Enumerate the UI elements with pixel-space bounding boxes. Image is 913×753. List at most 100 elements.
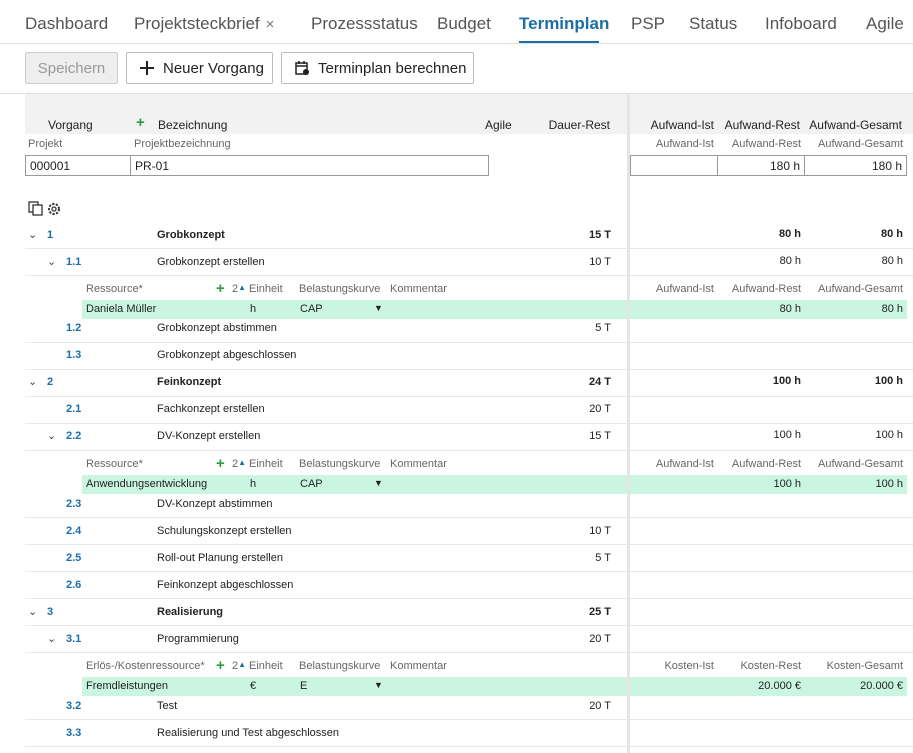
row-divider (25, 571, 913, 572)
project-gesamt-field[interactable]: 180 h (804, 155, 907, 176)
resource-kosten-gesamt[interactable]: 20.000 € (806, 680, 903, 692)
project-id-field[interactable]: 000001 (25, 155, 131, 176)
save-button[interactable]: Speichern (25, 52, 118, 84)
resource-kurve[interactable]: CAP (300, 478, 323, 490)
res-header-kosten-rest: Kosten-Rest (740, 660, 801, 672)
add-resource-icon[interactable]: + (216, 455, 225, 472)
res-sort[interactable]: 2▲ (232, 458, 246, 470)
task-gesamt: 80 h (881, 255, 903, 267)
tab-budget[interactable]: Budget (437, 14, 491, 34)
gear-icon[interactable] (46, 201, 62, 222)
chevron-down-icon[interactable]: ⌄ (28, 605, 37, 618)
task-number: 3.1 (66, 633, 82, 645)
chevron-down-icon[interactable]: ⌄ (47, 429, 56, 442)
task-number: 1.2 (66, 322, 82, 334)
resource-einheit[interactable]: h (250, 478, 256, 490)
res-header-kommentar: Kommentar (390, 660, 447, 672)
task-number: 2.6 (66, 579, 82, 591)
task-name[interactable]: Feinkonzept (157, 376, 221, 388)
task-name[interactable]: Grobkonzept (157, 229, 225, 241)
task-name[interactable]: DV-Konzept erstellen (157, 430, 260, 442)
task-name[interactable]: Programmierung (157, 633, 239, 645)
project-name-field[interactable]: PR-01 (130, 155, 489, 176)
new-task-label: Neuer Vorgang (163, 59, 264, 77)
tab-dashboard[interactable]: Dashboard (25, 14, 108, 34)
new-task-button[interactable]: Neuer Vorgang (126, 52, 273, 84)
label-projekt: Projekt (28, 138, 63, 150)
task-number: 3.3 (66, 727, 82, 739)
task-dauer: 10 T (589, 525, 611, 537)
task-name[interactable]: Schulungskonzept erstellen (157, 525, 292, 537)
resource-kurve[interactable]: E (300, 680, 307, 692)
row-divider (25, 248, 913, 249)
res-header-rest: Aufwand-Rest (731, 458, 801, 470)
res-sort[interactable]: 2▲ (232, 660, 246, 672)
task-name[interactable]: Realisierung (157, 606, 223, 618)
tab-agile[interactable]: Agile (866, 14, 904, 34)
res-header-gesamt: Aufwand-Gesamt (818, 458, 903, 470)
dropdown-arrow-icon[interactable]: ▼ (374, 478, 383, 488)
task-number: 2.1 (66, 403, 82, 415)
task-dauer: 5 T (595, 552, 611, 564)
tab-terminplan[interactable]: Terminplan (519, 14, 609, 34)
task-name[interactable]: Grobkonzept abstimmen (157, 322, 277, 334)
tab-psp[interactable]: PSP (631, 14, 665, 34)
resource-gesamt[interactable]: 100 h (806, 478, 903, 490)
task-number: 3.2 (66, 700, 82, 712)
task-name[interactable]: Grobkonzept abgeschlossen (157, 349, 296, 361)
task-name[interactable]: Feinkonzept abgeschlossen (157, 579, 293, 591)
resource-einheit[interactable]: h (250, 303, 256, 315)
chevron-down-icon[interactable]: ⌄ (28, 375, 37, 388)
row-divider (25, 275, 913, 276)
add-resource-icon[interactable]: + (216, 280, 225, 297)
task-gesamt: 100 h (874, 375, 903, 387)
chevron-down-icon[interactable]: ⌄ (28, 228, 37, 241)
task-name[interactable]: Realisierung und Test abgeschlossen (157, 727, 339, 739)
task-dauer: 20 T (589, 633, 611, 645)
resource-kosten-rest[interactable]: 20.000 € (720, 680, 801, 692)
project-ist-field[interactable] (630, 155, 718, 176)
dropdown-arrow-icon[interactable]: ▼ (374, 680, 383, 690)
chevron-down-icon[interactable]: ⌄ (47, 632, 56, 645)
task-name[interactable]: Grobkonzept erstellen (157, 256, 265, 268)
task-gesamt: 100 h (875, 429, 903, 441)
close-icon[interactable]: × (266, 16, 275, 33)
chevron-down-icon[interactable]: ⌄ (47, 255, 56, 268)
calculate-schedule-button[interactable]: Terminplan berechnen (281, 52, 474, 84)
task-number: 2.4 (66, 525, 82, 537)
resource-kurve[interactable]: CAP (300, 303, 323, 315)
label-rest: Aufwand-Rest (731, 138, 801, 150)
task-dauer: 20 T (589, 403, 611, 415)
resource-name[interactable]: Fremdleistungen (86, 680, 168, 692)
task-number: 1 (47, 229, 54, 241)
resource-row[interactable] (82, 300, 627, 319)
task-rest: 100 h (773, 429, 801, 441)
resource-rest[interactable]: 100 h (720, 478, 801, 490)
task-name[interactable]: DV-Konzept abstimmen (157, 498, 273, 510)
tab-status[interactable]: Status (689, 14, 737, 34)
calendar-icon (294, 60, 310, 76)
res-sort[interactable]: 2▲ (232, 283, 246, 295)
resource-name[interactable]: Daniela Müller (86, 303, 156, 315)
task-name[interactable]: Roll-out Planung erstellen (157, 552, 283, 564)
label-ist: Aufwand-Ist (655, 138, 714, 150)
tab-prozessstatus[interactable]: Prozessstatus (311, 14, 418, 34)
resource-rest[interactable]: 80 h (720, 303, 801, 315)
task-name[interactable]: Test (157, 700, 177, 712)
res-header-kommentar: Kommentar (390, 283, 447, 295)
project-rest-field[interactable]: 180 h (717, 155, 805, 176)
res-header-einheit: Einheit (249, 660, 283, 672)
task-dauer: 25 T (588, 606, 611, 618)
add-resource-icon[interactable]: + (216, 657, 225, 674)
row-divider (25, 544, 913, 545)
resource-name[interactable]: Anwendungsentwicklung (86, 478, 207, 490)
tab-projektsteckbrief[interactable]: Projektsteckbrief × (134, 14, 274, 34)
tab-projektsteckbrief-label: Projektsteckbrief (134, 14, 260, 33)
dropdown-arrow-icon[interactable]: ▼ (374, 303, 383, 313)
task-name[interactable]: Fachkonzept erstellen (157, 403, 265, 415)
tab-infoboard[interactable]: Infoboard (765, 14, 837, 34)
resource-einheit[interactable]: € (250, 680, 256, 692)
copy-icon[interactable] (28, 201, 43, 221)
resource-gesamt[interactable]: 80 h (806, 303, 903, 315)
add-row-icon[interactable]: + (136, 114, 145, 131)
